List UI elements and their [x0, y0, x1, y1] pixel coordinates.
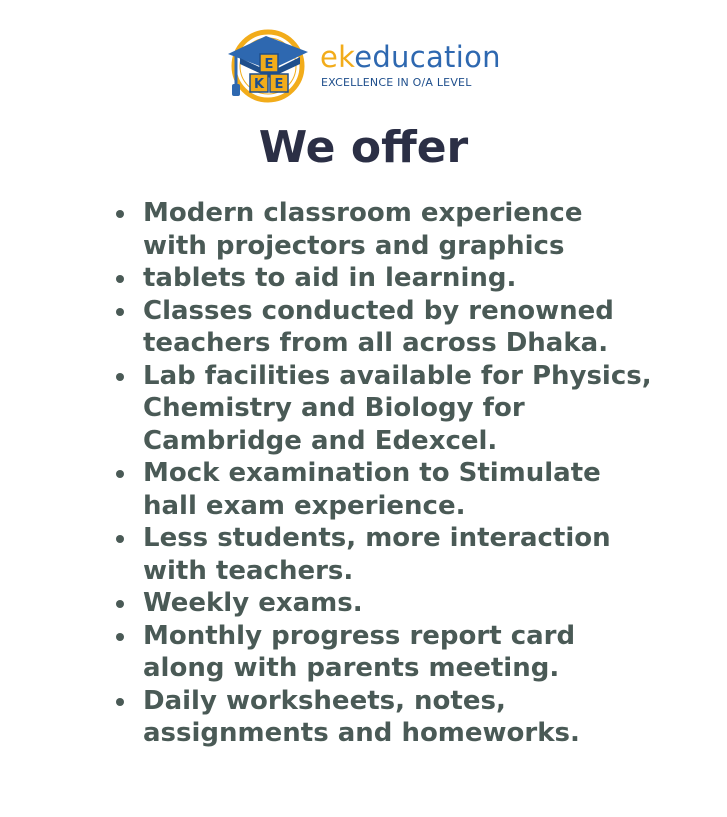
offer-item: Mock examination to Stimulate hall exam e…	[112, 457, 672, 522]
offer-line: teachers from all across Dhaka.	[143, 328, 609, 358]
brand-suffix: education	[354, 40, 501, 74]
offer-item: Modern classroom experience with projecto…	[112, 197, 672, 262]
offer-line: Classes conducted by renowned	[143, 295, 614, 326]
offer-line: Daily worksheets, notes,	[143, 685, 506, 716]
offer-line: Lab facilities available for Physics,	[143, 360, 652, 391]
offer-line: with teachers.	[143, 555, 354, 586]
offer-item: Classes conducted by renowned teachers fr…	[112, 295, 672, 360]
offer-item: tablets to aid in learning.	[112, 262, 672, 295]
offer-item: Lab facilities available for Physics, Che…	[112, 360, 672, 458]
eked-logo: K E E ekeducation EXCELLENCE IN O/A LEVE…	[226, 24, 516, 106]
offers-list: Modern classroom experience with projecto…	[112, 197, 672, 750]
offer-line: Chemistry and Biology for	[143, 393, 525, 423]
offer-line: Cambridge and Edexcel.	[143, 425, 498, 456]
offer-item: Monthly progress report card along with p…	[112, 620, 672, 685]
offer-item: Daily worksheets, notes, assignments and …	[112, 685, 672, 750]
offer-line: along with parents meeting.	[143, 653, 560, 683]
offer-line: Modern classroom experience	[143, 198, 583, 228]
svg-text:E: E	[275, 77, 284, 92]
brand-tagline: EXCELLENCE IN O/A LEVEL	[321, 76, 472, 89]
offer-item: Less students, more interaction with teac…	[112, 522, 672, 587]
offer-line: assignments and homeworks.	[143, 718, 580, 748]
offer-line: Less students, more interaction	[143, 523, 611, 553]
brand-prefix: ek	[320, 40, 355, 74]
offer-item: Weekly exams.	[112, 587, 672, 620]
graduation-cap-ke-seal-icon: K E E	[228, 29, 308, 103]
offer-line: tablets to aid in learning.	[143, 263, 517, 293]
offer-line: Weekly exams.	[143, 588, 363, 618]
brand-name: ekeducation	[320, 40, 501, 74]
offer-line: Monthly progress report card	[143, 620, 576, 651]
offer-line: with projectors and graphics	[143, 230, 565, 261]
svg-text:K: K	[254, 77, 265, 92]
page-title: We offer	[258, 122, 469, 173]
offer-line: Mock examination to Stimulate	[143, 458, 601, 488]
svg-text:E: E	[265, 57, 274, 72]
offer-line: hall exam experience.	[143, 490, 466, 521]
